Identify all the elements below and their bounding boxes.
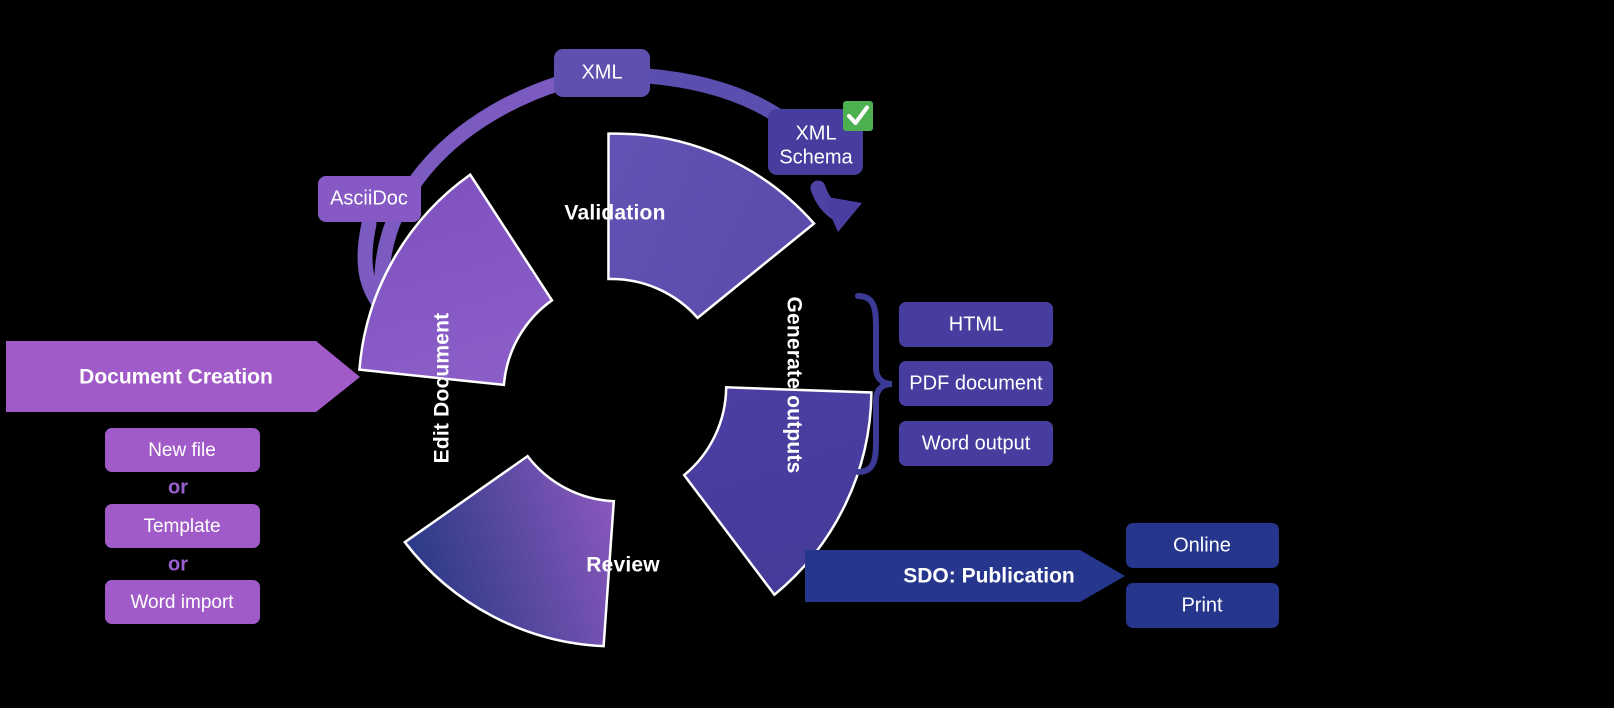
wheel-label-validation: Validation — [564, 202, 665, 225]
option-label-new-file: New file — [148, 440, 216, 461]
wheel-label-generate-outputs: Generate outputs — [782, 296, 805, 473]
lifecycle-diagram: Validation Generate outputs Review Edit … — [6, 49, 1279, 648]
publication-group: SDO: Publication Online Print — [805, 523, 1279, 628]
format-label-xml-schema-line2: Schema — [779, 146, 853, 168]
option-separator-2: or — [168, 553, 188, 575]
option-separator-1: or — [168, 476, 188, 498]
format-label-xml: XML — [581, 61, 622, 83]
diagram-canvas: Validation Generate outputs Review Edit … — [0, 0, 1614, 708]
format-label-xml-schema-line1: XML — [795, 122, 836, 144]
option-label-template: Template — [143, 516, 220, 537]
format-label-asciidoc: AsciiDoc — [330, 187, 408, 209]
format-boxes-group: AsciiDoc XML XML Schema — [318, 49, 873, 222]
publication-label-print: Print — [1181, 594, 1223, 616]
wheel-label-review: Review — [586, 554, 660, 577]
wheel-label-edit-document: Edit Document — [431, 313, 454, 464]
output-label-html: HTML — [949, 313, 1003, 335]
sdo-publication-label: SDO: Publication — [903, 565, 1075, 588]
outputs-group: HTML PDF document Word output — [855, 293, 1053, 475]
option-label-word-import: Word import — [130, 592, 234, 613]
output-label-pdf-document: PDF document — [909, 372, 1043, 394]
document-creation-label: Document Creation — [79, 366, 273, 389]
document-creation-group: Document Creation New file or Template o… — [6, 341, 360, 624]
output-label-word-output: Word output — [922, 432, 1031, 454]
publication-label-online: Online — [1173, 534, 1231, 556]
